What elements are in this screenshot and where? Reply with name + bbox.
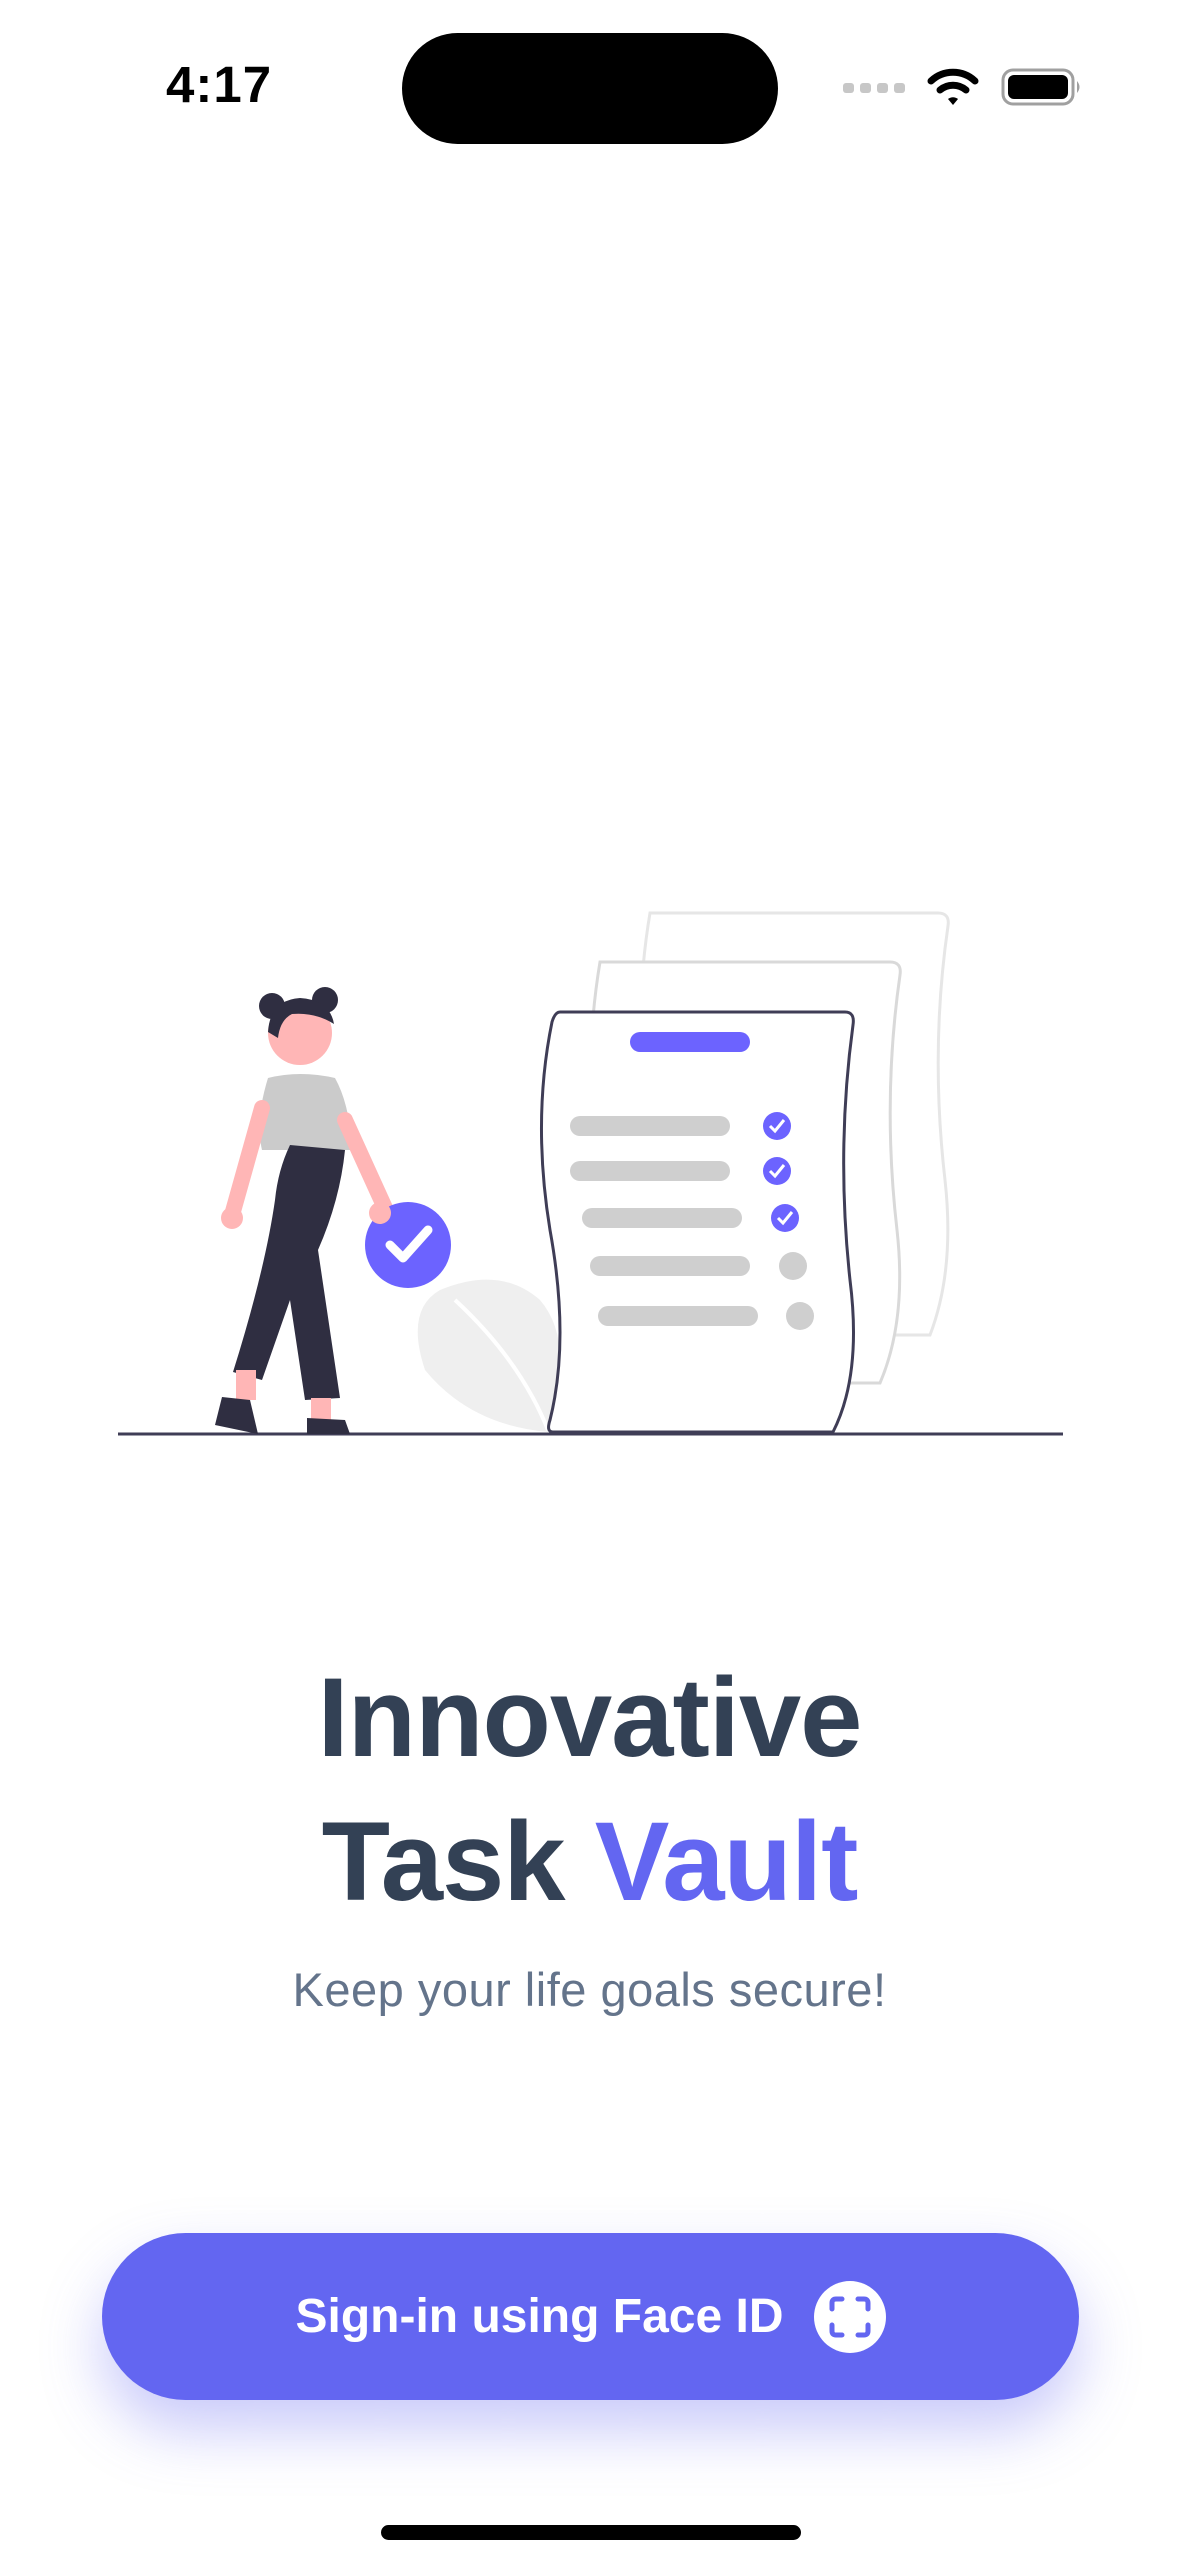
title-line-1: Innovative <box>317 1655 863 1780</box>
back-paper-mid <box>588 960 902 1385</box>
title-vault-word: Vault <box>594 1799 859 1924</box>
leaf-icon <box>417 1279 560 1432</box>
back-paper-far <box>638 911 950 1337</box>
status-bar: 4:17 <box>0 0 1179 170</box>
cellular-signal-icon <box>843 83 905 93</box>
status-time: 4:17 <box>166 56 273 113</box>
subtitle: Keep your life goals secure! <box>292 1963 887 2016</box>
front-paper <box>539 1010 856 1434</box>
woman-figure <box>215 987 393 1434</box>
battery-icon <box>1001 68 1080 106</box>
check-badge-icon <box>365 1202 451 1288</box>
signin-button-label: Sign-in using Face ID <box>295 2290 784 2343</box>
wifi-icon <box>927 68 979 105</box>
dynamic-island <box>402 33 778 144</box>
title-task-word: Task <box>321 1799 595 1924</box>
title-line-2: Task Vault <box>0 1792 1179 1932</box>
home-indicator[interactable] <box>381 2525 801 2540</box>
faceid-signin-button[interactable]: Sign-in using Face ID <box>102 2233 1079 2400</box>
task-checklist-illustration <box>118 911 1063 1436</box>
status-icons <box>843 66 1083 108</box>
face-id-icon <box>813 2280 886 2353</box>
